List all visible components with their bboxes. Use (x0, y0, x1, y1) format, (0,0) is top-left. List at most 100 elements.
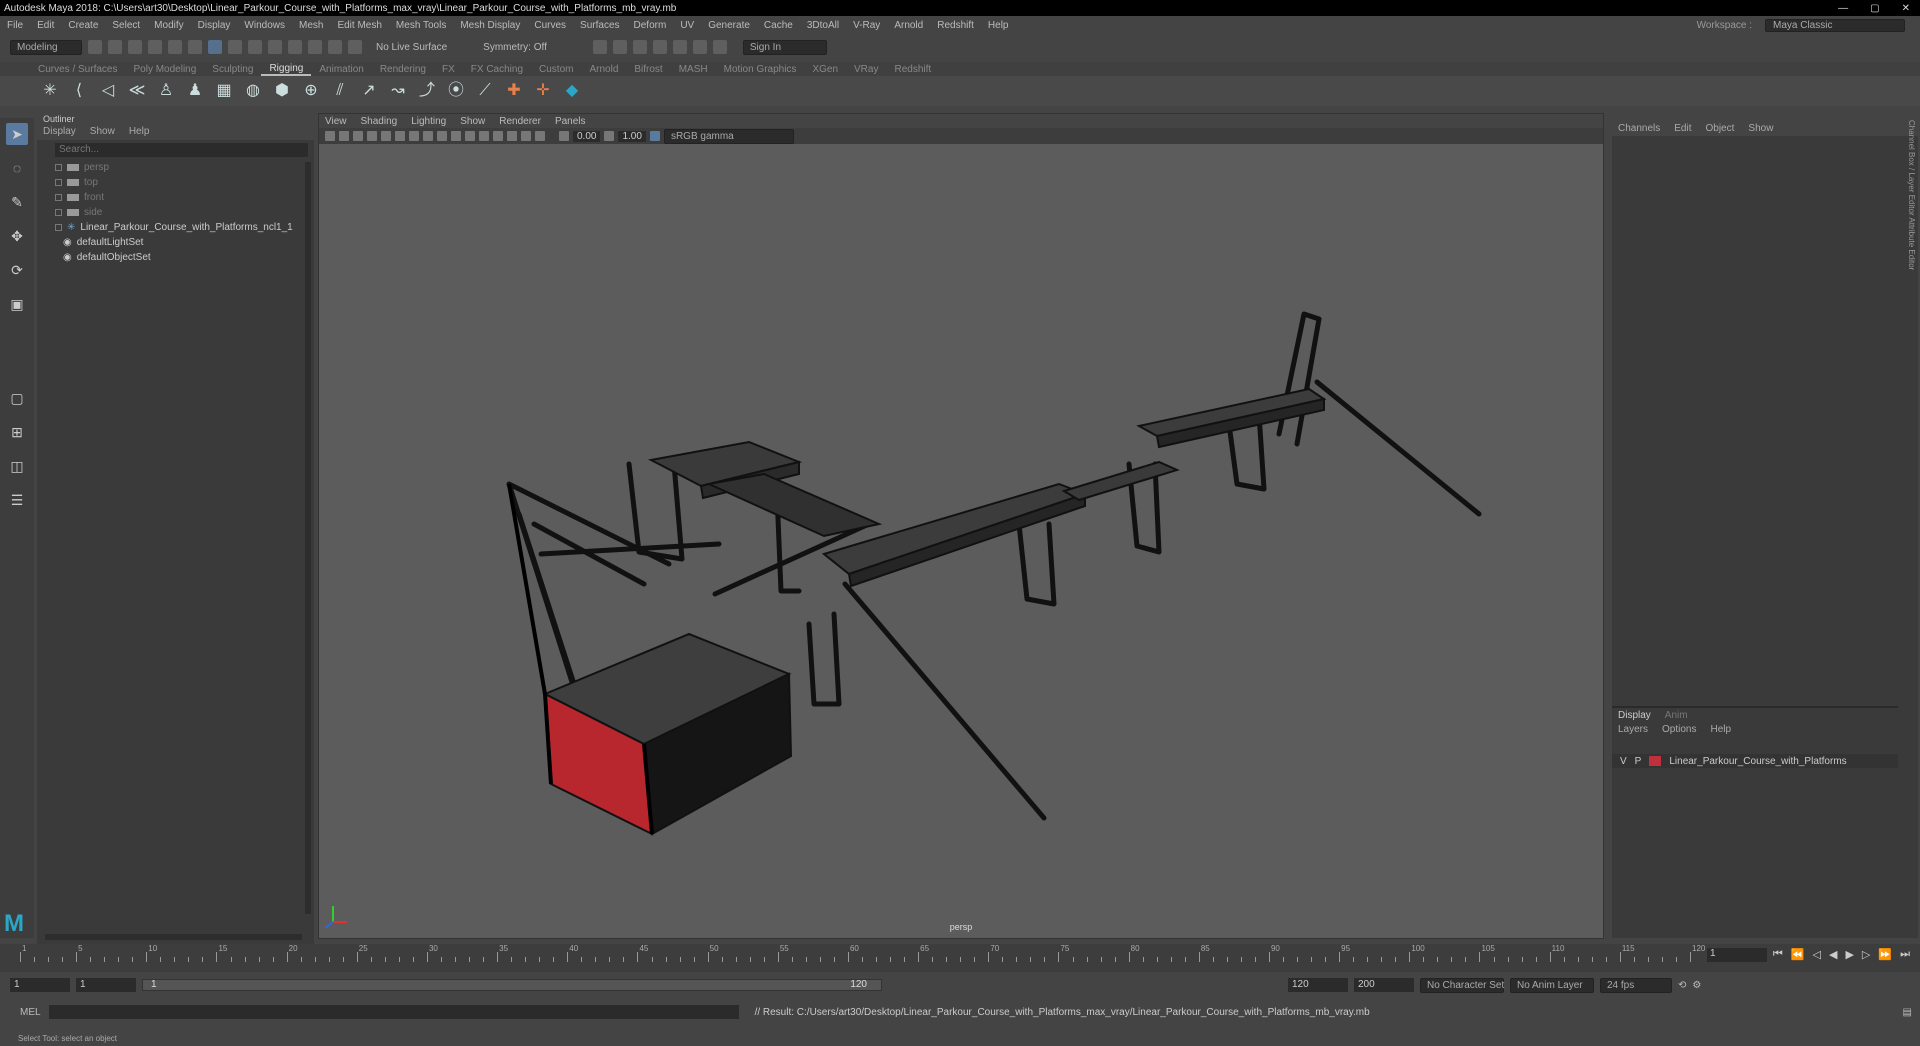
redo-icon[interactable] (168, 40, 182, 54)
render-view-icon[interactable] (672, 40, 687, 54)
shelf-tab-bifrost[interactable]: Bifrost (626, 64, 670, 75)
paint-select-icon[interactable]: ✎ (6, 191, 28, 213)
humanik-icon[interactable]: ♟ (185, 81, 205, 101)
menu-file[interactable]: File (0, 20, 30, 31)
cluster-icon[interactable]: ⫽ (330, 81, 350, 101)
shelf-tab-mash[interactable]: MASH (671, 64, 716, 75)
current-frame-field[interactable]: 1 (1707, 948, 1767, 962)
outliner-scrollbar[interactable] (305, 162, 311, 914)
minimize-icon[interactable]: — (1838, 3, 1848, 14)
layers-menu-layers[interactable]: Layers (1618, 724, 1648, 735)
gamma-icon[interactable] (604, 131, 615, 141)
outliner-search-input[interactable]: Search... (55, 143, 308, 157)
layer-tab-display[interactable]: Display (1618, 710, 1651, 721)
quick-rig-icon[interactable]: ♙ (156, 81, 176, 101)
smooth-bind-icon[interactable]: ◍ (243, 81, 263, 101)
playback-end-field[interactable]: 120 (1288, 978, 1348, 992)
menu-uv[interactable]: UV (673, 20, 701, 31)
shelf-tab-vray[interactable]: VRay (846, 64, 886, 75)
viewport-panel[interactable]: View Shading Lighting Show Renderer Pane… (318, 113, 1604, 939)
channels-menu-channels[interactable]: Channels (1618, 123, 1660, 134)
script-editor-icon[interactable]: ▤ (1903, 1007, 1912, 1018)
live-surface-label[interactable]: No Live Surface (376, 42, 447, 53)
layer-playback-toggle[interactable]: P (1635, 756, 1642, 767)
outliner-hscrollbar[interactable] (45, 934, 302, 940)
insert-joint-icon[interactable]: ≪ (127, 81, 147, 101)
blend-shape-icon[interactable]: ↗ (359, 81, 379, 101)
close-icon[interactable]: ✕ (1902, 3, 1910, 14)
menu-deform[interactable]: Deform (627, 20, 674, 31)
snap-view-icon[interactable] (308, 40, 322, 54)
outliner-menu-show[interactable]: Show (90, 126, 115, 140)
lattice-icon[interactable]: ⊕ (301, 81, 321, 101)
end-time-field[interactable]: 200 (1354, 978, 1414, 992)
menu-3dtoall[interactable]: 3DtoAll (800, 20, 846, 31)
shelf-tab-fx[interactable]: FX (434, 64, 463, 75)
snap-surface-icon[interactable] (328, 40, 342, 54)
soft-mod-icon[interactable]: ⟋ (475, 81, 495, 101)
snap-curve-icon[interactable] (268, 40, 282, 54)
outliner-menu-help[interactable]: Help (129, 126, 150, 140)
menu-mesh-tools[interactable]: Mesh Tools (389, 20, 453, 31)
shadows-icon[interactable] (479, 131, 489, 141)
menu-cache[interactable]: Cache (757, 20, 800, 31)
hypershade-icon[interactable] (652, 40, 667, 54)
menu-help[interactable]: Help (981, 20, 1016, 31)
image-plane-icon[interactable] (367, 131, 377, 141)
play-backward-icon[interactable]: ◀ (1829, 948, 1837, 961)
single-view-icon[interactable]: ▢ (6, 387, 28, 409)
outliner-layout-icon[interactable]: ☰ (6, 489, 28, 511)
ambient-occlusion-icon[interactable] (493, 131, 503, 141)
fps-dropdown[interactable]: 24 fps (1600, 977, 1672, 993)
menu-windows[interactable]: Windows (237, 20, 292, 31)
select-object-icon[interactable] (208, 40, 222, 54)
range-slider[interactable]: 1 120 (142, 979, 882, 991)
lasso-tool-icon[interactable]: ◌ (6, 157, 28, 179)
expand-icon[interactable] (55, 164, 62, 171)
viewport-menu-shading[interactable]: Shading (361, 116, 398, 127)
isolate-select-icon[interactable] (521, 131, 531, 141)
menu-set-dropdown[interactable]: Modeling (10, 39, 82, 55)
step-forward-frame-icon[interactable]: ▷ (1862, 948, 1870, 961)
locator-icon[interactable]: ✚ (504, 81, 524, 101)
step-back-key-icon[interactable]: ⏪ (1791, 948, 1805, 961)
side-panel-tabs[interactable]: Channel Box / Layer Editor Attribute Edi… (1902, 120, 1916, 270)
antialias-icon[interactable] (507, 131, 517, 141)
outliner-item-default-light-set[interactable]: ◉ defaultLightSet (37, 235, 314, 250)
film-gate-icon[interactable] (395, 131, 405, 141)
shelf-tab-sculpting[interactable]: Sculpting (204, 64, 261, 75)
point-constraint-icon[interactable]: ✛ (533, 81, 553, 101)
go-to-end-icon[interactable]: ⏭ (1900, 948, 1910, 961)
layers-menu-help[interactable]: Help (1710, 724, 1731, 735)
menu-edit[interactable]: Edit (30, 20, 61, 31)
vray-icon[interactable] (692, 40, 707, 54)
snap-live-icon[interactable] (348, 40, 362, 54)
character-set-dropdown[interactable]: No Character Set (1420, 977, 1504, 993)
xray-icon[interactable] (535, 131, 545, 141)
sculpt-deformer-icon[interactable]: ⦿ (446, 81, 466, 101)
menu-edit-mesh[interactable]: Edit Mesh (330, 20, 388, 31)
menu-curves[interactable]: Curves (527, 20, 573, 31)
grid-icon[interactable] (381, 131, 391, 141)
open-scene-icon[interactable] (108, 40, 122, 54)
layer-tab-anim[interactable]: Anim (1665, 710, 1688, 721)
shelf-tab-arnold[interactable]: Arnold (581, 64, 626, 75)
layer-color-swatch[interactable] (1649, 756, 1662, 766)
shelf-tab-redshift[interactable]: Redshift (886, 64, 939, 75)
exposure-icon[interactable] (559, 131, 569, 141)
resolution-gate-icon[interactable] (409, 131, 419, 141)
menu-display[interactable]: Display (191, 20, 238, 31)
viewport-menu-panels[interactable]: Panels (555, 116, 586, 127)
render-icon[interactable] (592, 40, 607, 54)
select-tool-icon[interactable]: ➤ (6, 123, 28, 145)
two-view-icon[interactable]: ◫ (6, 455, 28, 477)
maya-help-icon[interactable]: ◆ (562, 81, 582, 101)
menu-select[interactable]: Select (105, 20, 147, 31)
layer-row[interactable]: V P Linear_Parkour_Course_with_Platforms (1612, 754, 1898, 768)
menu-modify[interactable]: Modify (147, 20, 190, 31)
move-tool-icon[interactable]: ✥ (6, 225, 28, 247)
time-ruler[interactable]: 1 5 10 15 20 25 30 35 40 45 50 55 60 65 70 75 80 85 90 95 10… (20, 944, 1705, 962)
expand-icon[interactable] (55, 194, 62, 201)
workspace-dropdown[interactable]: Maya Classic (1765, 18, 1905, 32)
shelf-tab-curves-surfaces[interactable]: Curves / Surfaces (30, 64, 125, 75)
